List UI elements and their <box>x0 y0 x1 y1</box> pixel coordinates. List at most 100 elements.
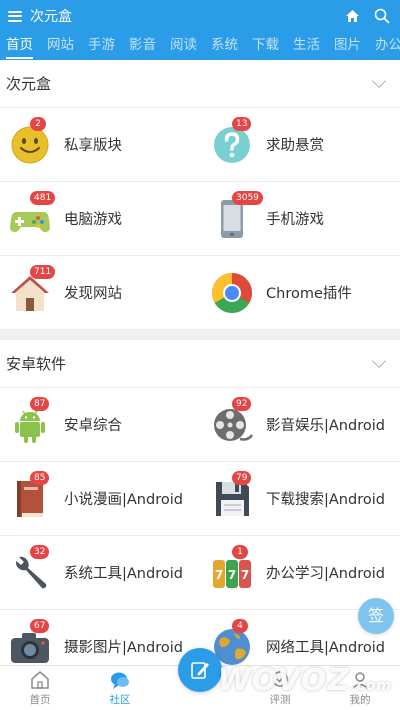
nav-home[interactable]: 首页 <box>0 666 80 710</box>
section-header[interactable]: 安卓软件 <box>0 340 400 388</box>
forum-label: 小说漫画|Android <box>64 492 183 508</box>
slot-machine-icon: 777 1 <box>210 544 254 595</box>
film-reel-icon: 92 <box>210 396 254 447</box>
bottom-nav: 首页 社区 评测 我的 WOVOZ.com <box>0 648 400 710</box>
menu-icon[interactable] <box>8 10 22 22</box>
count-badge: 79 <box>232 470 252 485</box>
android-icon: 87 <box>8 396 52 447</box>
review-icon <box>272 671 288 687</box>
tab-office[interactable]: 办公 <box>375 32 400 60</box>
sign-in-button[interactable]: 签 <box>358 598 394 634</box>
tab-images[interactable]: 图片 <box>334 32 361 60</box>
phone-icon: 3059 <box>210 190 263 241</box>
section-title: 安卓软件 <box>6 355 67 373</box>
forum-item-media-android[interactable]: 92 影音娱乐|Android <box>200 388 400 462</box>
nav-compose <box>160 648 240 710</box>
smiley-icon: 2 <box>8 116 52 167</box>
forum-grid: 2 私享版块 13 求助悬赏 481 电脑游戏 3059 手机游戏 711 发现… <box>0 108 400 330</box>
forum-item-photo-android[interactable]: 67 摄影图片|Android <box>0 610 200 665</box>
nav-profile[interactable]: 我的 <box>320 666 400 710</box>
count-badge: 481 <box>30 190 56 205</box>
forum-item-pc-games[interactable]: 481 电脑游戏 <box>0 182 200 256</box>
forum-item-android-general[interactable]: 87 安卓综合 <box>0 388 200 462</box>
count-badge: 85 <box>30 470 50 485</box>
app-root: 次元盒 首页 网站 手游 影音 阅读 系统 下载 生活 图片 办公 次元盒 2 … <box>0 0 400 710</box>
svg-text:7: 7 <box>241 568 249 582</box>
tab-media[interactable]: 影音 <box>129 32 156 60</box>
home-icon[interactable] <box>342 6 362 26</box>
count-badge: 92 <box>232 396 252 411</box>
tab-home[interactable]: 首页 <box>6 32 33 60</box>
count-badge: 2 <box>30 116 46 131</box>
forum-label: 办公学习|Android <box>266 566 385 582</box>
header: 次元盒 首页 网站 手游 影音 阅读 系统 下载 生活 图片 办公 <box>0 0 400 60</box>
forum-label: 求助悬赏 <box>266 138 324 154</box>
nav-label: 社区 <box>109 694 131 706</box>
app-title: 次元盒 <box>30 9 72 25</box>
forum-label: 影音娱乐|Android <box>266 418 385 434</box>
compose-button[interactable] <box>178 648 222 692</box>
forum-grid: 87 安卓综合 92 影音娱乐|Android 85 小说漫画|Android … <box>0 388 400 665</box>
count-badge: 13 <box>232 116 252 131</box>
compose-icon <box>191 662 209 679</box>
main-content: 次元盒 2 私享版块 13 求助悬赏 481 电脑游戏 3059 手机游戏 71… <box>0 60 400 665</box>
question-icon: 13 <box>210 116 254 167</box>
forum-item-mobile-games[interactable]: 3059 手机游戏 <box>200 182 400 256</box>
forum-item-help[interactable]: 13 求助悬赏 <box>200 108 400 182</box>
section-title: 次元盒 <box>6 75 52 93</box>
forum-item-private[interactable]: 2 私享版块 <box>0 108 200 182</box>
svg-text:7: 7 <box>228 568 236 582</box>
count-badge: 1 <box>232 544 248 559</box>
tab-mobile-games[interactable]: 手游 <box>88 32 115 60</box>
nav-label: 我的 <box>349 694 371 706</box>
count-badge: 67 <box>30 618 50 633</box>
forum-label: 发现网站 <box>64 286 122 302</box>
nav-community[interactable]: 社区 <box>80 666 160 710</box>
count-badge: 3059 <box>232 190 263 205</box>
tab-system[interactable]: 系统 <box>211 32 238 60</box>
forum-label: 网络工具|Android <box>266 640 385 656</box>
forum-item-download-search-android[interactable]: 79 下载搜索|Android <box>200 462 400 536</box>
forum-label: 下载搜索|Android <box>266 492 385 508</box>
chat-bubble-icon <box>111 672 129 689</box>
section-android-software: 安卓软件 87 安卓综合 92 影音娱乐|Android 85 小说漫画|And… <box>0 340 400 665</box>
forum-label: 摄影图片|Android <box>64 640 183 656</box>
count-badge: 32 <box>30 544 50 559</box>
tab-reading[interactable]: 阅读 <box>170 32 197 60</box>
count-badge: 87 <box>30 396 50 411</box>
floppy-disk-icon: 79 <box>210 470 254 521</box>
nav-label: 首页 <box>29 694 51 706</box>
title-bar: 次元盒 <box>0 0 400 32</box>
nav-label: 评测 <box>269 694 291 706</box>
wrench-icon: 32 <box>8 544 52 595</box>
forum-label: Chrome插件 <box>266 286 352 302</box>
forum-label: 私享版块 <box>64 138 122 154</box>
chevron-down-icon[interactable] <box>371 353 387 368</box>
section-ciyuanhe: 次元盒 2 私享版块 13 求助悬赏 481 电脑游戏 3059 手机游戏 71… <box>0 60 400 330</box>
tab-download[interactable]: 下载 <box>252 32 279 60</box>
chevron-down-icon[interactable] <box>371 73 387 88</box>
count-badge: 711 <box>30 264 56 279</box>
forum-label: 电脑游戏 <box>64 212 122 228</box>
camera-icon: 67 <box>8 618 52 666</box>
tab-life[interactable]: 生活 <box>293 32 320 60</box>
forum-item-system-tools-android[interactable]: 32 系统工具|Android <box>0 536 200 610</box>
category-tabs: 首页 网站 手游 影音 阅读 系统 下载 生活 图片 办公 <box>0 32 400 60</box>
section-header[interactable]: 次元盒 <box>0 60 400 108</box>
tab-websites[interactable]: 网站 <box>47 32 74 60</box>
search-icon[interactable] <box>372 6 392 26</box>
count-badge: 4 <box>232 618 248 633</box>
home-icon <box>31 671 49 689</box>
forum-item-websites[interactable]: 711 发现网站 <box>0 256 200 330</box>
forum-item-novel-comic-android[interactable]: 85 小说漫画|Android <box>0 462 200 536</box>
nav-review[interactable]: 评测 <box>240 666 320 710</box>
svg-text:7: 7 <box>215 568 223 582</box>
forum-item-chrome-plugins[interactable]: Chrome插件 <box>200 256 400 330</box>
forum-label: 系统工具|Android <box>64 566 183 582</box>
gamepad-icon: 481 <box>8 190 56 241</box>
forum-label: 手机游戏 <box>266 212 324 228</box>
user-icon <box>351 672 369 690</box>
chrome-icon <box>210 271 254 315</box>
forum-label: 安卓综合 <box>64 418 122 434</box>
house-icon: 711 <box>8 264 56 315</box>
